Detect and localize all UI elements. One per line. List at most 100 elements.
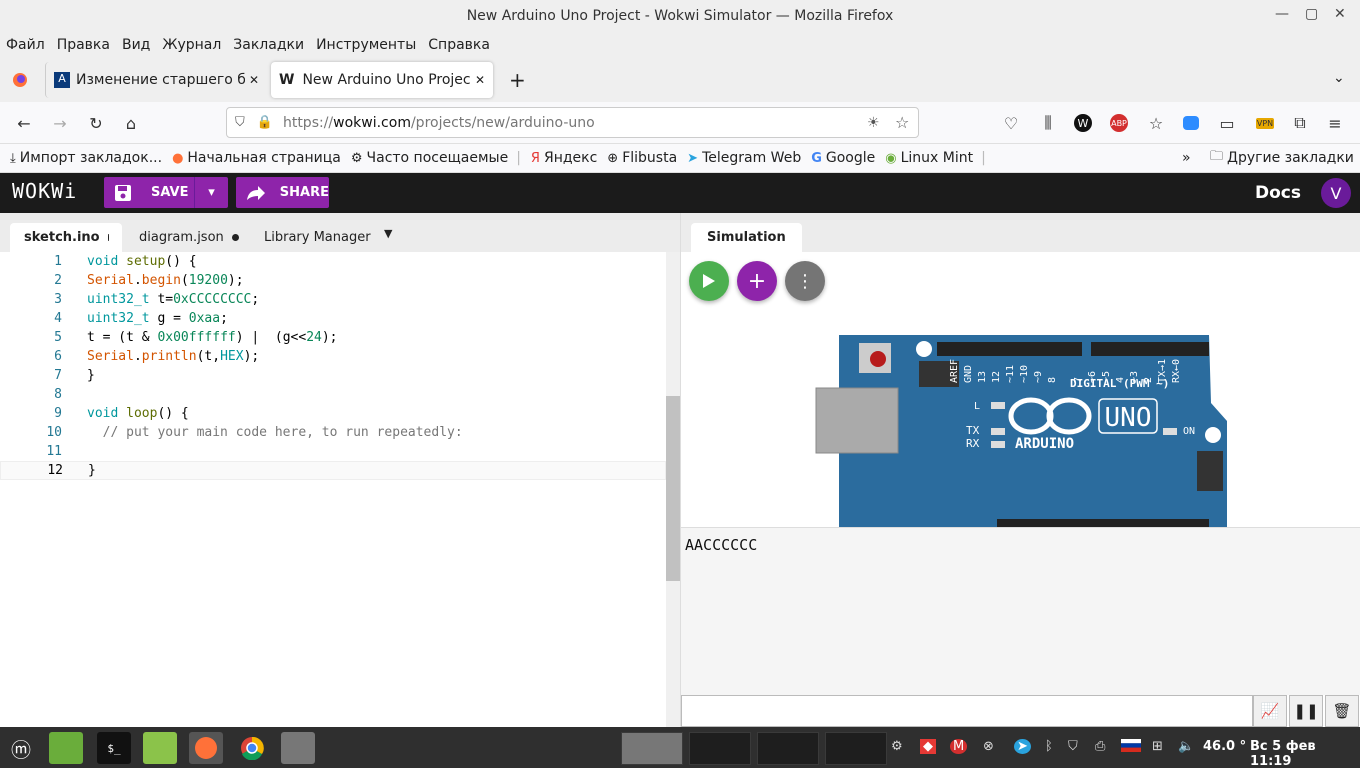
telegram-tray-icon[interactable]: ➤ xyxy=(1014,739,1031,754)
code-line[interactable]: 10 // put your main code here, to run re… xyxy=(0,423,666,442)
menu-edit[interactable]: Правка xyxy=(57,37,110,53)
firefox-icon[interactable] xyxy=(0,72,40,88)
url-bar[interactable]: ⛉ 🔒 https://wokwi.com/projects/new/ardui… xyxy=(226,107,919,138)
close-tab-icon[interactable]: ✕ xyxy=(249,73,259,87)
code-line[interactable]: 1void setup() { xyxy=(0,252,666,271)
menu-help[interactable]: Справка xyxy=(428,37,490,53)
keyboard-layout-flag-icon[interactable] xyxy=(1121,739,1141,756)
more-options-button[interactable]: ⋮ xyxy=(785,261,825,301)
bookmark-start-page[interactable]: ●Начальная страница xyxy=(172,150,341,166)
firefox-taskbar-icon[interactable] xyxy=(189,732,223,764)
start-simulation-button[interactable] xyxy=(689,261,729,301)
bookmark-most-visited[interactable]: ⚙Часто посещаемые xyxy=(351,150,508,166)
workspace-3[interactable] xyxy=(757,732,819,765)
lock-icon[interactable]: 🔒 xyxy=(257,115,273,130)
menu-history[interactable]: Журнал xyxy=(162,37,221,53)
hamburger-menu-icon[interactable]: ≡ xyxy=(1322,110,1348,136)
software-manager-icon[interactable] xyxy=(281,732,315,764)
workspace-2[interactable] xyxy=(689,732,751,765)
volume-icon[interactable]: 🔈 xyxy=(1178,739,1194,754)
tab-wokwi[interactable]: W New Arduino Uno Project ✕ xyxy=(271,62,493,98)
pause-button[interactable]: ❚❚ xyxy=(1289,695,1323,727)
zoom-extension-icon[interactable] xyxy=(1178,110,1204,136)
share-button[interactable]: SHARE xyxy=(236,177,329,208)
menu-bookmarks[interactable]: Закладки xyxy=(233,37,304,53)
shield-icon[interactable]: ⛉ xyxy=(235,115,245,130)
tab-sketch[interactable]: sketch.ino xyxy=(10,223,122,252)
mint-menu-icon[interactable]: ⓜ xyxy=(4,732,38,764)
files-icon[interactable] xyxy=(49,732,83,764)
wokwi-logo[interactable]: WOKWi xyxy=(12,179,77,203)
anydesk-icon[interactable]: ◆ xyxy=(920,739,936,754)
printer-icon[interactable]: ⎙ xyxy=(1095,739,1105,754)
more-bookmarks-icon[interactable]: » xyxy=(1182,150,1191,166)
reload-icon[interactable]: ↻ xyxy=(83,110,109,136)
new-tab-icon[interactable]: + xyxy=(509,68,526,92)
menu-tools[interactable]: Инструменты xyxy=(316,37,416,53)
monitor-icon[interactable]: ▭ xyxy=(1214,110,1240,136)
code-line[interactable]: 8 xyxy=(0,385,666,404)
code-line[interactable]: 6Serial.println(t,HEX); xyxy=(0,347,666,366)
bookmark-telegram[interactable]: ➤Telegram Web xyxy=(687,150,801,166)
code-line[interactable]: 5t = (t & 0x00ffffff) | (g<<24); xyxy=(0,328,666,347)
clock[interactable]: Вс 5 фев 11:19 xyxy=(1250,739,1360,769)
workspace-4[interactable] xyxy=(825,732,887,765)
tray-app-icon[interactable]: ⚙ xyxy=(891,739,903,754)
extensions-icon[interactable]: ⧉ xyxy=(1287,110,1313,136)
menu-file[interactable]: Файл xyxy=(6,37,45,53)
tab-diagram[interactable]: diagram.json xyxy=(125,223,253,252)
vpn-icon[interactable]: VPN xyxy=(1252,110,1278,136)
maximize-icon[interactable]: ▢ xyxy=(1305,6,1318,22)
tab-other[interactable]: A Изменение старшего ба ✕ xyxy=(45,62,267,98)
code-line[interactable]: 4uint32_t g = 0xaa; xyxy=(0,309,666,328)
bookmark-yandex[interactable]: ЯЯндекс xyxy=(531,150,597,166)
arduino-uno-board[interactable]: UNO ARDUINO DIGITAL (PWM ~) L TX RX ON A… xyxy=(811,323,1231,527)
x-tray-icon[interactable]: ⊗ xyxy=(983,739,994,754)
editor-scrollbar-thumb[interactable] xyxy=(666,396,680,581)
serial-input[interactable] xyxy=(681,695,1253,727)
save-dropdown-icon[interactable]: ▾ xyxy=(194,177,228,208)
code-line[interactable]: 7} xyxy=(0,366,666,385)
list-tabs-icon[interactable]: ⌄ xyxy=(1333,70,1345,86)
wikipedia-extension-icon[interactable]: W xyxy=(1070,110,1096,136)
adblock-icon[interactable]: ABP xyxy=(1106,110,1132,136)
tab-simulation[interactable]: Simulation xyxy=(691,223,802,252)
tab-library-manager[interactable]: Library Manager xyxy=(250,223,385,252)
bluetooth-icon[interactable]: ᛒ xyxy=(1045,739,1053,754)
mega-icon[interactable]: M xyxy=(950,739,967,754)
folder-icon[interactable] xyxy=(143,732,177,764)
home-icon[interactable]: ⌂ xyxy=(118,110,144,136)
save-main[interactable]: SAVE xyxy=(104,184,194,202)
bookmark-linux-mint[interactable]: ◉Linux Mint xyxy=(885,150,973,166)
forward-icon[interactable]: → xyxy=(47,110,73,136)
save-button[interactable]: SAVE ▾ xyxy=(104,177,228,208)
add-part-button[interactable]: + xyxy=(737,261,777,301)
other-bookmarks[interactable]: 🗀Другие закладки xyxy=(1210,147,1354,169)
pocket-icon[interactable]: ♡ xyxy=(998,110,1024,136)
code-line[interactable]: 3uint32_t t=0xCCCCCCCC; xyxy=(0,290,666,309)
plotter-button[interactable]: 📈 xyxy=(1253,695,1287,727)
code-line[interactable]: 9void loop() { xyxy=(0,404,666,423)
terminal-icon[interactable]: $_ xyxy=(97,732,131,764)
code-area[interactable]: 1void setup() {2Serial.begin(19200);3uin… xyxy=(0,252,666,727)
library-icon[interactable]: ⫼ xyxy=(1035,110,1061,136)
shield-tray-icon[interactable]: ⛉ xyxy=(1068,739,1078,754)
bookmark-star-icon[interactable]: ☆ xyxy=(895,113,909,132)
avatar[interactable]: V xyxy=(1321,178,1351,208)
clear-button[interactable]: 🗑 xyxy=(1325,695,1359,727)
network-icon[interactable]: ⊞ xyxy=(1152,739,1163,754)
code-line[interactable]: 12} xyxy=(0,461,666,480)
close-window-icon[interactable]: ✕ xyxy=(1334,6,1346,22)
bookmark-import[interactable]: ⤓Импорт закладок... xyxy=(10,150,162,166)
back-icon[interactable]: ← xyxy=(11,110,37,136)
code-line[interactable]: 11 xyxy=(0,442,666,461)
extension-badge-icon[interactable]: ☀ xyxy=(867,115,880,131)
minimize-icon[interactable]: — xyxy=(1275,6,1289,22)
workspace-1[interactable] xyxy=(621,732,683,765)
bookmark-flibusta[interactable]: ⊕Flibusta xyxy=(607,150,677,166)
menu-view[interactable]: Вид xyxy=(122,37,150,53)
code-line[interactable]: 2Serial.begin(19200); xyxy=(0,271,666,290)
docs-link[interactable]: Docs xyxy=(1255,183,1301,203)
bookmark-google[interactable]: GGoogle xyxy=(811,150,875,166)
close-tab-icon[interactable]: ✕ xyxy=(475,73,485,87)
